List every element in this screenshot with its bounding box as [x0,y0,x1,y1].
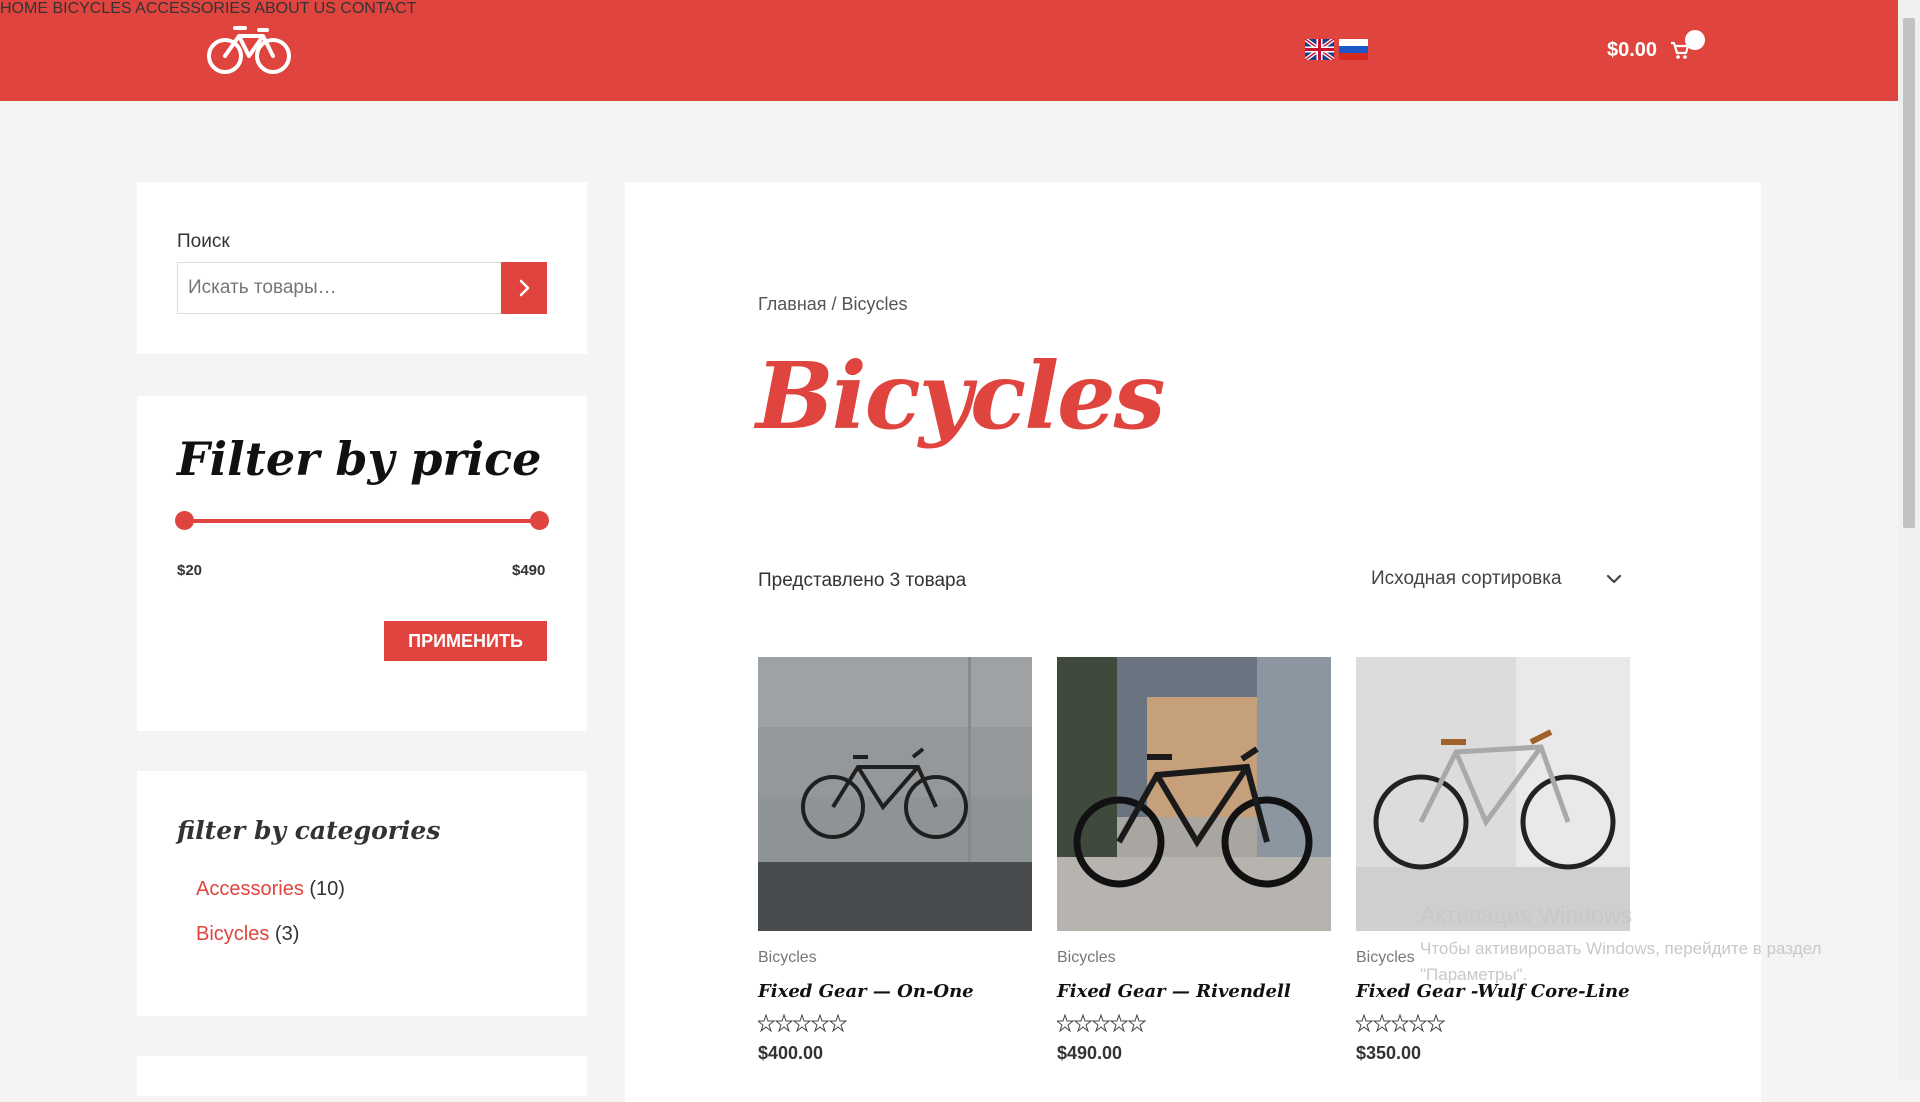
product-image[interactable] [1057,657,1331,931]
sort-select[interactable]: Исходная сортировка [1371,568,1562,590]
chevron-down-icon[interactable] [1604,572,1624,586]
breadcrumb[interactable]: Главная / Bicycles [758,294,908,315]
nav-contact[interactable]: CONTACT [340,0,416,17]
product-price: $400.00 [758,1043,824,1063]
product-image[interactable] [758,657,1032,931]
site-header: HOME BICYCLES ACCESSORIES ABOUT US CONTA… [0,0,1898,101]
apply-price-button[interactable]: ПРИМЕНИТЬ [384,621,547,661]
category-link-bicycles[interactable]: Bicycles [196,923,269,945]
category-count: (10) [309,878,345,900]
price-filter-title: Filter by price [177,432,542,486]
price-slider-min-handle[interactable] [175,511,194,530]
scrollbar-thumb[interactable] [1903,18,1915,528]
sidebar-widget [137,1056,587,1096]
price-max-label: $490 [512,562,546,579]
page-title: Bicycles [756,342,1165,450]
nav-about-us[interactable]: ABOUT US [254,0,336,17]
search-label: Поиск [177,231,230,252]
product-category[interactable]: Bicycles [1356,949,1415,967]
rating-stars-icon [1057,1014,1147,1032]
nav-bicycles[interactable]: BICYCLES [52,0,131,17]
bicycle-icon[interactable] [205,20,295,80]
en-flag-icon[interactable] [1305,39,1334,60]
product-price: $350.00 [1356,1043,1422,1063]
search-widget: Поиск [137,182,587,354]
category-item: Bicycles (3) [196,923,299,946]
product-name[interactable]: Fixed Gear — Rivendell [1057,981,1291,1002]
price-slider-max-handle[interactable] [530,511,549,530]
cart-total[interactable]: $0.00 [1607,39,1657,62]
product-image[interactable] [1356,657,1630,931]
windows-activation-title: Активация Windows [1420,902,1632,928]
price-filter-widget: Filter by price $20 $490 ПРИМЕНИТЬ [137,396,587,731]
categories-title: filter by categories [177,816,441,845]
chevron-right-icon [519,279,530,297]
category-item: Accessories (10) [196,878,345,901]
product-category[interactable]: Bicycles [758,949,817,967]
search-button[interactable] [501,262,547,314]
price-slider-range[interactable] [184,519,540,523]
rating-stars-icon [1356,1014,1446,1032]
product-price: $490.00 [1057,1043,1123,1063]
search-input[interactable] [177,262,529,314]
category-link-accessories[interactable]: Accessories [196,878,304,900]
rating-stars-icon [758,1014,848,1032]
cart-count-badge [1685,30,1705,50]
result-count: Представлено 3 товара [758,570,967,591]
ru-flag-icon[interactable] [1339,39,1368,60]
price-min-label: $20 [177,562,203,579]
nav-home[interactable]: HOME [0,0,48,17]
product-name[interactable]: Fixed Gear — On-One [758,981,974,1002]
product-category[interactable]: Bicycles [1057,949,1116,967]
categories-widget: filter by categories Accessories (10) Bi… [137,771,587,1016]
nav-accessories[interactable]: ACCESSORIES [135,0,251,17]
windows-activation-text: Чтобы активировать Windows, перейдите в … [1420,939,1822,984]
category-count: (3) [274,923,300,945]
